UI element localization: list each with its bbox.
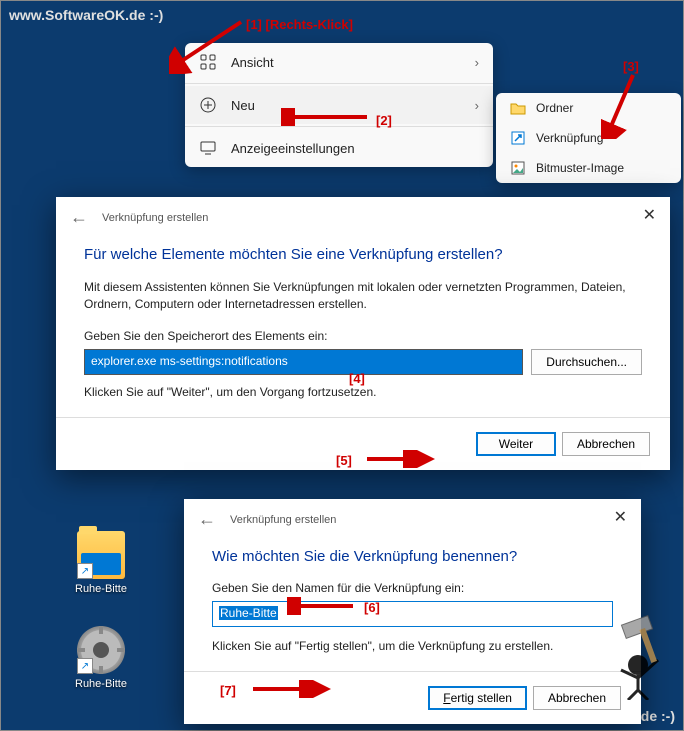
arrow-3 (601, 71, 646, 139)
bitmap-icon (510, 160, 526, 176)
input-label: Geben Sie den Speicherort des Elements e… (84, 329, 642, 343)
folder-icon: ↗ (77, 531, 125, 579)
display-settings-icon (199, 139, 217, 157)
desktop-shortcut-gear[interactable]: ↗ Ruhe-Bitte (61, 626, 141, 690)
plus-circle-icon (199, 96, 217, 114)
ctx-item-label: Anzeigeeinstellungen (231, 141, 355, 156)
annotation-6: [6] (364, 600, 380, 615)
annotation-1: [1] [Rechts-Klick] (246, 17, 353, 32)
dialog-breadcrumb: Verknüpfung erstellen (230, 514, 336, 526)
cancel-button[interactable]: Abbrechen (562, 432, 650, 456)
dialog-title: Wie möchten Sie die Verknüpfung benennen… (212, 548, 613, 565)
sub-item-label: Bitmuster-Image (536, 161, 624, 175)
watermark-top: www.SoftwareOK.de :-) (9, 7, 163, 23)
arrow-6 (287, 597, 359, 615)
browse-button[interactable]: Durchsuchen... (531, 349, 642, 375)
arrow-7 (249, 680, 331, 698)
arrow-5 (363, 450, 435, 468)
icon-label: Ruhe-Bitte (61, 678, 141, 690)
close-button[interactable]: ✕ (643, 205, 656, 225)
dialog-hint: Klicken Sie auf "Fertig stellen", um die… (212, 639, 613, 653)
shortcut-icon (510, 130, 526, 146)
gear-icon: ↗ (77, 626, 125, 674)
sub-item-shortcut[interactable]: Verknüpfung (496, 123, 681, 153)
dialog-description: Mit diesem Assistenten können Sie Verknü… (84, 279, 642, 313)
finish-button[interactable]: Fertig stellen (428, 686, 527, 710)
arrow-1 (169, 16, 249, 74)
input-label: Geben Sie den Namen für die Verknüpfung … (212, 581, 613, 595)
close-button[interactable]: ✕ (614, 507, 627, 527)
sub-item-bitmap[interactable]: Bitmuster-Image (496, 153, 681, 183)
back-arrow-icon[interactable]: ← (198, 509, 216, 530)
annotation-3: [3] (623, 59, 639, 74)
separator (185, 126, 493, 127)
hammer-figure-icon (603, 610, 673, 700)
chevron-right-icon: › (475, 98, 479, 113)
chevron-right-icon: › (475, 55, 479, 70)
back-arrow-icon[interactable]: ← (70, 207, 88, 228)
dialog-title: Für welche Elemente möchten Sie eine Ver… (84, 246, 642, 263)
arrow-2 (281, 108, 373, 126)
annotation-4: [4] (349, 371, 365, 386)
next-button[interactable]: Weiter (476, 432, 556, 456)
annotation-2: [2] (376, 113, 392, 128)
name-input[interactable]: Ruhe-Bitte (212, 601, 613, 627)
create-shortcut-dialog-1: ✕ ← Verknüpfung erstellen Für welche Ele… (56, 197, 670, 470)
submenu-new: Ordner Verknüpfung Bitmuster-Image (496, 93, 681, 183)
annotation-7: [7] (220, 683, 236, 698)
separator (185, 83, 493, 84)
ctx-item-display-settings[interactable]: Anzeigeeinstellungen (185, 129, 493, 167)
dialog-hint: Klicken Sie auf "Weiter", um den Vorgang… (84, 385, 642, 399)
sub-item-folder[interactable]: Ordner (496, 93, 681, 123)
sub-item-label: Verknüpfung (536, 131, 603, 145)
shortcut-badge-icon: ↗ (77, 658, 93, 674)
ctx-item-label: Neu (231, 98, 255, 113)
desktop-shortcut-folder[interactable]: ↗ Ruhe-Bitte (61, 531, 141, 595)
icon-label: Ruhe-Bitte (61, 583, 141, 595)
location-input[interactable]: explorer.exe ms-settings:notifications (84, 349, 523, 375)
dialog-breadcrumb: Verknüpfung erstellen (102, 212, 208, 224)
shortcut-badge-icon: ↗ (77, 563, 93, 579)
folder-icon (510, 100, 526, 116)
annotation-5: [5] (336, 453, 352, 468)
sub-item-label: Ordner (536, 101, 573, 115)
